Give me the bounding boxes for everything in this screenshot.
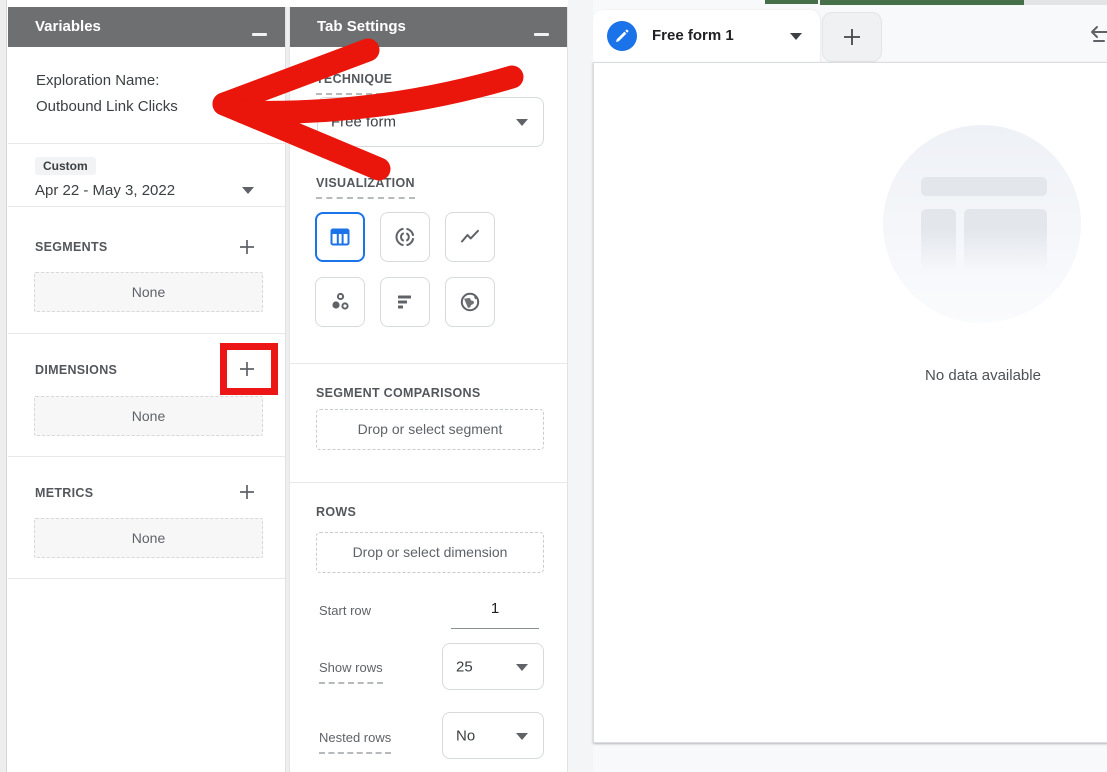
report-canvas-card: No data available (593, 62, 1107, 743)
start-row-input[interactable]: 1 (451, 600, 539, 617)
donut-chart-icon (393, 225, 417, 249)
minimize-icon[interactable] (534, 33, 549, 36)
add-segment-button[interactable] (238, 238, 256, 256)
date-range-caret-icon[interactable] (242, 187, 254, 194)
scatter-plot-icon (328, 290, 352, 314)
visualization-label: VISUALIZATION (316, 176, 415, 199)
technique-select[interactable]: Free form (317, 97, 544, 147)
dimensions-none-box[interactable]: None (34, 396, 263, 436)
canvas-area: Free form 1 No data available (593, 0, 1107, 772)
variables-panel-header: Variables (8, 7, 285, 47)
line-chart-icon (458, 225, 482, 249)
segments-label: SEGMENTS (35, 240, 108, 254)
exploration-name-label: Exploration Name: (36, 68, 178, 94)
metrics-none-box[interactable]: None (34, 518, 263, 558)
rows-drop-zone[interactable]: Drop or select dimension (316, 532, 544, 573)
tab-settings-header: Tab Settings (290, 7, 567, 47)
show-rows-label: Show rows (319, 660, 383, 684)
show-rows-select[interactable]: 25 (442, 643, 544, 690)
viz-line-chart-button[interactable] (445, 212, 495, 262)
empty-state-text: No data available (833, 367, 1107, 384)
viz-bar-chart-button[interactable] (380, 277, 430, 327)
progress-bar-track (1024, 0, 1107, 5)
date-range-badge: Custom (35, 157, 96, 175)
nested-rows-label: Nested rows (319, 730, 391, 754)
annotation-red-box (220, 343, 278, 395)
variables-panel-title: Variables (35, 18, 101, 35)
viz-donut-chart-button[interactable] (380, 212, 430, 262)
nested-rows-value: No (456, 727, 475, 744)
viz-geo-map-button[interactable] (445, 277, 495, 327)
show-rows-value: 25 (456, 658, 473, 675)
segments-none-box[interactable]: None (34, 272, 263, 312)
minimize-icon[interactable] (252, 33, 267, 36)
divider (8, 206, 285, 207)
technique-label: TECHNIQUE (316, 72, 392, 95)
edit-tab-badge[interactable] (607, 21, 637, 51)
divider (8, 456, 285, 457)
placeholder-left-block (921, 209, 956, 272)
start-row-label: Start row (319, 603, 371, 618)
start-row-underline (451, 628, 539, 629)
freeform-tab[interactable]: Free form 1 (593, 10, 820, 62)
chevron-down-icon (516, 733, 528, 740)
tab-menu-caret-icon[interactable] (790, 33, 802, 40)
nested-rows-select[interactable]: No (442, 712, 544, 759)
plus-icon (841, 26, 863, 48)
divider (8, 578, 285, 579)
metrics-label: METRICS (35, 486, 93, 500)
tab-label: Free form 1 (652, 27, 734, 44)
divider (290, 363, 567, 364)
exploration-name-value[interactable]: Outbound Link Clicks (36, 94, 178, 120)
window-edge (0, 0, 7, 772)
segment-comparisons-drop-zone[interactable]: Drop or select segment (316, 409, 544, 450)
rows-label: ROWS (316, 505, 356, 519)
chevron-down-icon (516, 119, 528, 126)
progress-bar-segment (820, 0, 1024, 5)
panel-gutter (568, 0, 593, 772)
add-metric-button[interactable] (238, 483, 256, 501)
divider (8, 333, 285, 334)
empty-state-illustration (883, 125, 1081, 323)
table-icon (328, 225, 352, 249)
divider (8, 143, 285, 144)
dimensions-label: DIMENSIONS (35, 363, 117, 377)
collapse-panel-icon[interactable] (1088, 22, 1107, 46)
bar-chart-icon (393, 290, 417, 314)
viz-table-button[interactable] (315, 212, 365, 262)
geo-map-icon (458, 290, 482, 314)
placeholder-header-bar (921, 177, 1047, 196)
placeholder-right-block (964, 209, 1047, 272)
divider (290, 482, 567, 483)
segment-comparisons-label: SEGMENT COMPARISONS (316, 386, 481, 400)
tab-settings-title: Tab Settings (317, 18, 406, 35)
viz-scatter-plot-button[interactable] (315, 277, 365, 327)
chevron-down-icon (516, 664, 528, 671)
tab-settings-panel: Tab Settings TECHNIQUE Free form VISUALI… (289, 7, 568, 772)
pencil-icon (615, 29, 629, 43)
progress-bar-segment (765, 0, 818, 4)
add-tab-button[interactable] (822, 12, 882, 62)
date-range-value[interactable]: Apr 22 - May 3, 2022 (35, 182, 175, 199)
technique-value: Free form (331, 114, 396, 131)
